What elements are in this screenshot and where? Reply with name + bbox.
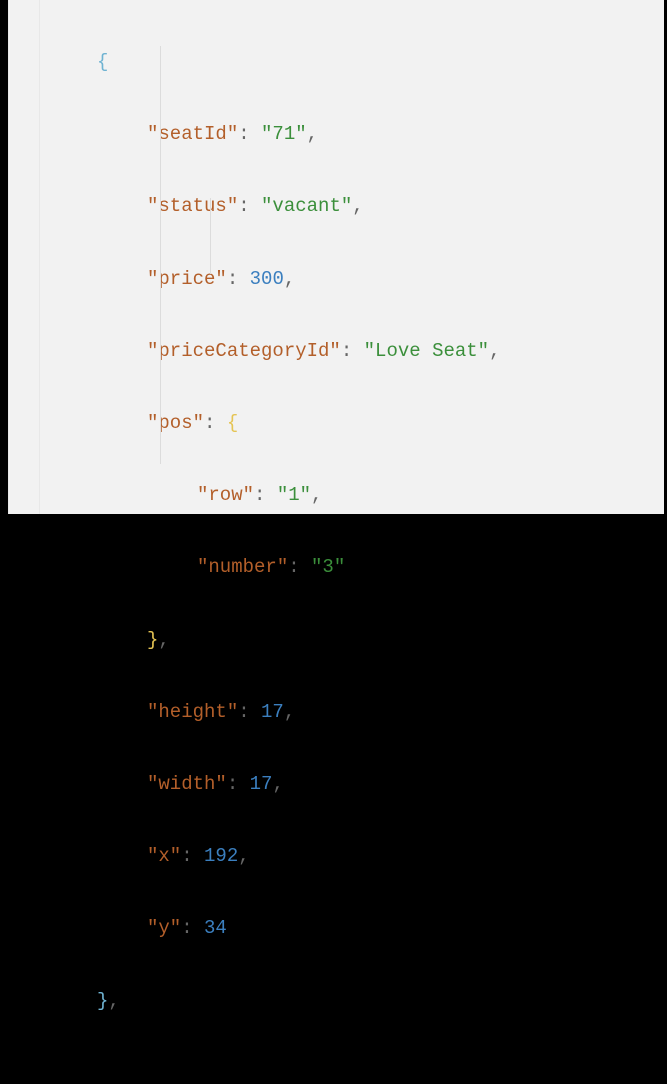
comma: , — [238, 845, 249, 867]
colon: : — [204, 412, 215, 434]
colon: : — [238, 701, 249, 723]
comma: , — [307, 123, 318, 145]
indent-guide — [160, 46, 161, 464]
comma: , — [311, 484, 322, 506]
json-value-priceCategoryId: "Love Seat" — [364, 340, 489, 362]
code-block: { "seatId": "71", "status": "vacant", "p… — [9, 0, 664, 1084]
colon: : — [181, 917, 192, 939]
json-value-number: "3" — [311, 556, 345, 578]
indent-guide — [210, 198, 211, 274]
json-key-width: "width" — [147, 773, 227, 795]
json-key-row: "row" — [197, 484, 254, 506]
colon: : — [238, 195, 249, 217]
brace-close: } — [97, 990, 108, 1012]
json-value-width: 17 — [250, 773, 273, 795]
json-key-priceCategoryId: "priceCategoryId" — [147, 340, 341, 362]
brace-close-nested: } — [147, 629, 158, 651]
json-key-number: "number" — [197, 556, 288, 578]
comma: , — [352, 195, 363, 217]
json-value-seatId: "71" — [261, 123, 307, 145]
json-value-x: 192 — [204, 845, 238, 867]
json-value-y: 34 — [204, 917, 227, 939]
colon: : — [288, 556, 299, 578]
json-key-x: "x" — [147, 845, 181, 867]
json-key-y: "y" — [147, 917, 181, 939]
comma: , — [284, 701, 295, 723]
comma: , — [489, 340, 500, 362]
comma: , — [272, 773, 283, 795]
colon: : — [181, 845, 192, 867]
brace-open: { — [97, 51, 108, 73]
brace-open-nested: { — [227, 412, 238, 434]
json-key-price: "price" — [147, 268, 227, 290]
comma: , — [284, 268, 295, 290]
gutter-divider — [39, 0, 40, 514]
colon: : — [254, 484, 265, 506]
comma: , — [108, 990, 119, 1012]
code-editor: { "seatId": "71", "status": "vacant", "p… — [8, 0, 664, 514]
json-value-price: 300 — [250, 268, 284, 290]
comma: , — [158, 629, 169, 651]
colon: : — [238, 123, 249, 145]
json-value-height: 17 — [261, 701, 284, 723]
json-key-pos: "pos" — [147, 412, 204, 434]
colon: : — [341, 340, 352, 362]
json-value-row: "1" — [277, 484, 311, 506]
json-value-status: "vacant" — [261, 195, 352, 217]
colon: : — [227, 773, 238, 795]
json-key-height: "height" — [147, 701, 238, 723]
colon: : — [227, 268, 238, 290]
